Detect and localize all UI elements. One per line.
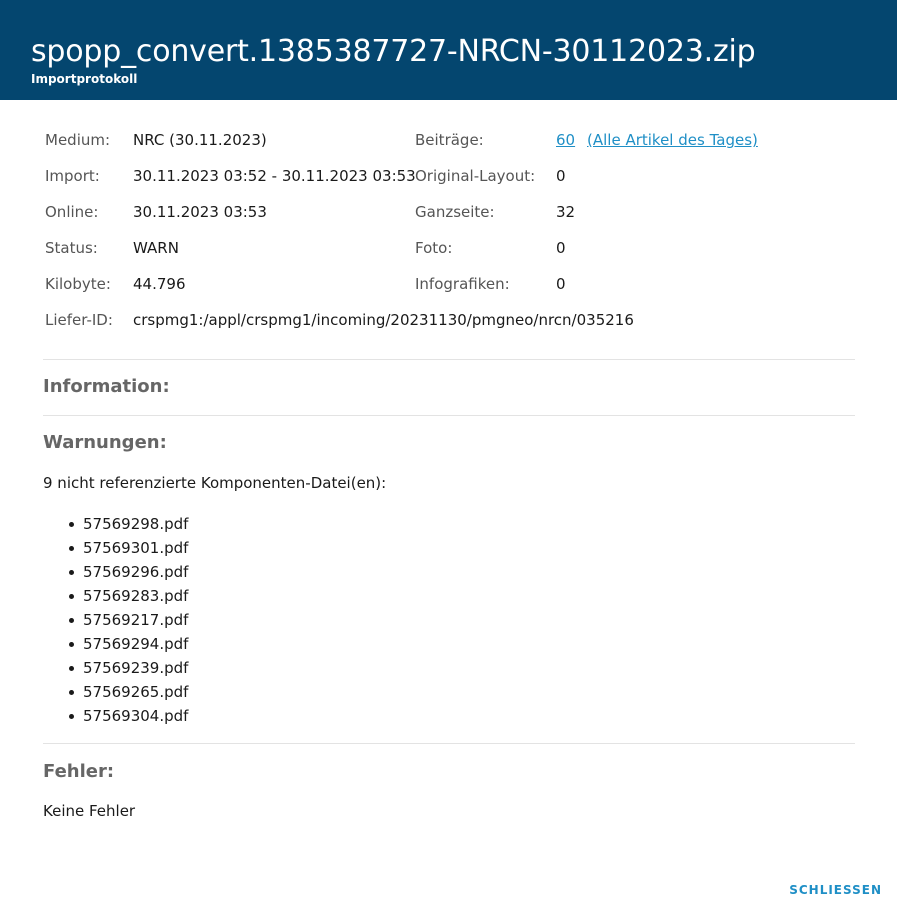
import-label: Import:: [45, 167, 100, 185]
infografiken-value: 0: [556, 275, 566, 293]
foto-value: 0: [556, 239, 566, 257]
status-label: Status:: [45, 239, 98, 257]
import-metadata: Medium: NRC (30.11.2023) Import: 30.11.2…: [0, 0, 897, 340]
warnings-intro: 9 nicht referenzierte Komponenten-Datei(…: [43, 474, 387, 492]
divider: [43, 359, 855, 360]
close-button[interactable]: SCHLIESSEN: [789, 880, 882, 900]
online-value: 30.11.2023 03:53: [133, 203, 267, 221]
ganzseite-value: 32: [556, 203, 576, 221]
online-label: Online:: [45, 203, 99, 221]
all-articles-link[interactable]: (Alle Artikel des Tages): [587, 129, 758, 151]
list-item: 57569298.pdf: [68, 512, 188, 536]
original-layout-value: 0: [556, 167, 566, 185]
information-heading: Information:: [43, 376, 170, 397]
original-layout-label: Original-Layout:: [415, 167, 536, 185]
beitraege-label: Beiträge:: [415, 131, 484, 149]
infografiken-label: Infografiken:: [415, 275, 510, 293]
ganzseite-label: Ganzseite:: [415, 203, 495, 221]
kilobyte-value: 44.796: [133, 275, 186, 293]
divider: [43, 743, 855, 744]
errors-heading: Fehler:: [43, 761, 115, 782]
unreferenced-files-list: 57569298.pdf 57569301.pdf 57569296.pdf 5…: [43, 512, 188, 728]
list-item: 57569239.pdf: [68, 656, 188, 680]
liefer-id-label: Liefer-ID:: [45, 311, 113, 329]
foto-label: Foto:: [415, 239, 453, 257]
liefer-id-value: crspmg1:/appl/crspmg1/incoming/20231130/…: [133, 311, 634, 329]
list-item: 57569296.pdf: [68, 560, 188, 584]
import-value: 30.11.2023 03:52 - 30.11.2023 03:53: [133, 167, 416, 185]
medium-value: NRC (30.11.2023): [133, 131, 267, 149]
list-item: 57569294.pdf: [68, 632, 188, 656]
status-value: WARN: [133, 239, 179, 257]
list-item: 57569301.pdf: [68, 536, 188, 560]
medium-label: Medium:: [45, 131, 111, 149]
list-item: 57569304.pdf: [68, 704, 188, 728]
beitraege-count-link[interactable]: 60: [556, 129, 575, 151]
list-item: 57569217.pdf: [68, 608, 188, 632]
warnings-heading: Warnungen:: [43, 432, 167, 453]
list-item: 57569265.pdf: [68, 680, 188, 704]
kilobyte-label: Kilobyte:: [45, 275, 111, 293]
list-item: 57569283.pdf: [68, 584, 188, 608]
divider: [43, 415, 855, 416]
errors-text: Keine Fehler: [43, 802, 136, 820]
